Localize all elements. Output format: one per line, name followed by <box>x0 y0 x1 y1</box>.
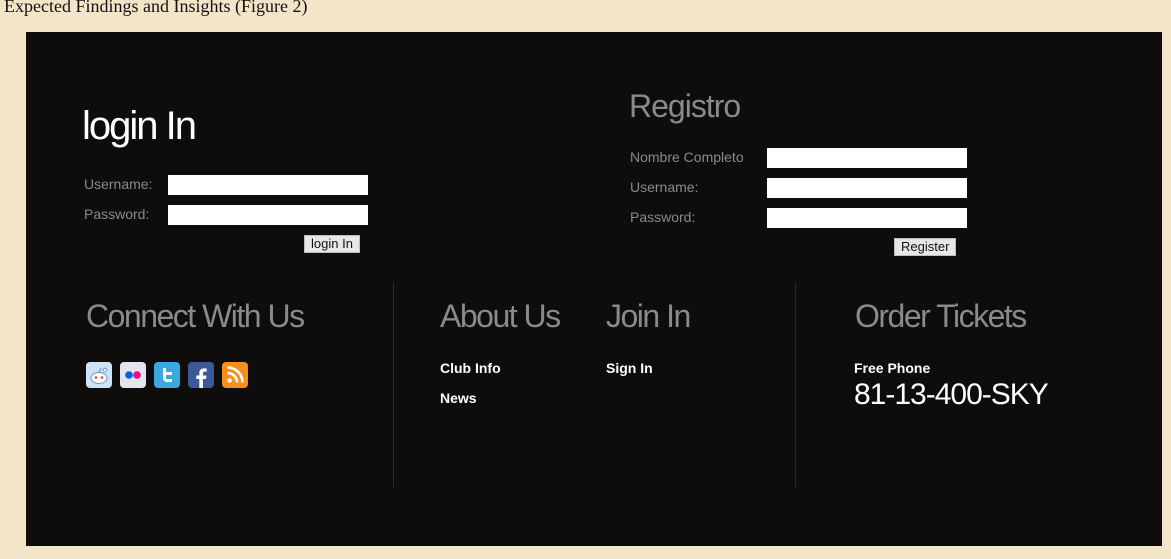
register-password-label: Password: <box>630 209 696 225</box>
register-title: Registro <box>629 88 741 124</box>
phone-number: 81-13-400-SKY <box>854 378 1049 411</box>
rss-icon[interactable] <box>222 362 248 388</box>
free-phone-label: Free Phone <box>854 360 931 376</box>
register-fullname-label: Nombre Completo <box>630 149 744 165</box>
login-password-input[interactable] <box>168 205 368 225</box>
facebook-icon[interactable] <box>188 362 214 388</box>
twitter-icon[interactable] <box>154 362 180 388</box>
column-divider <box>393 282 394 487</box>
reddit-icon[interactable] <box>86 362 112 388</box>
page-caption: Expected Findings and Insights (Figure 2… <box>4 0 308 16</box>
login-button[interactable]: login In <box>304 235 360 253</box>
register-username-input[interactable] <box>767 178 967 198</box>
connect-title: Connect With Us <box>86 298 305 334</box>
sign-in-link[interactable]: Sign In <box>606 360 653 376</box>
join-title: Join In <box>606 298 691 334</box>
login-username-label: Username: <box>84 176 153 192</box>
flickr-icon[interactable] <box>120 362 146 388</box>
club-info-link[interactable]: Club Info <box>440 360 501 376</box>
footer-panel: login In Username: Password: login In Re… <box>26 32 1162 546</box>
column-divider <box>795 282 796 487</box>
register-username-label: Username: <box>630 179 699 195</box>
register-button[interactable]: Register <box>894 238 957 256</box>
register-fullname-input[interactable] <box>767 148 967 168</box>
tickets-title: Order Tickets <box>855 298 1027 334</box>
register-password-input[interactable] <box>767 208 967 228</box>
login-username-input[interactable] <box>168 175 368 195</box>
news-link[interactable]: News <box>440 390 477 406</box>
login-title: login In <box>82 104 197 148</box>
about-title: About Us <box>440 298 561 334</box>
login-password-label: Password: <box>84 206 150 222</box>
